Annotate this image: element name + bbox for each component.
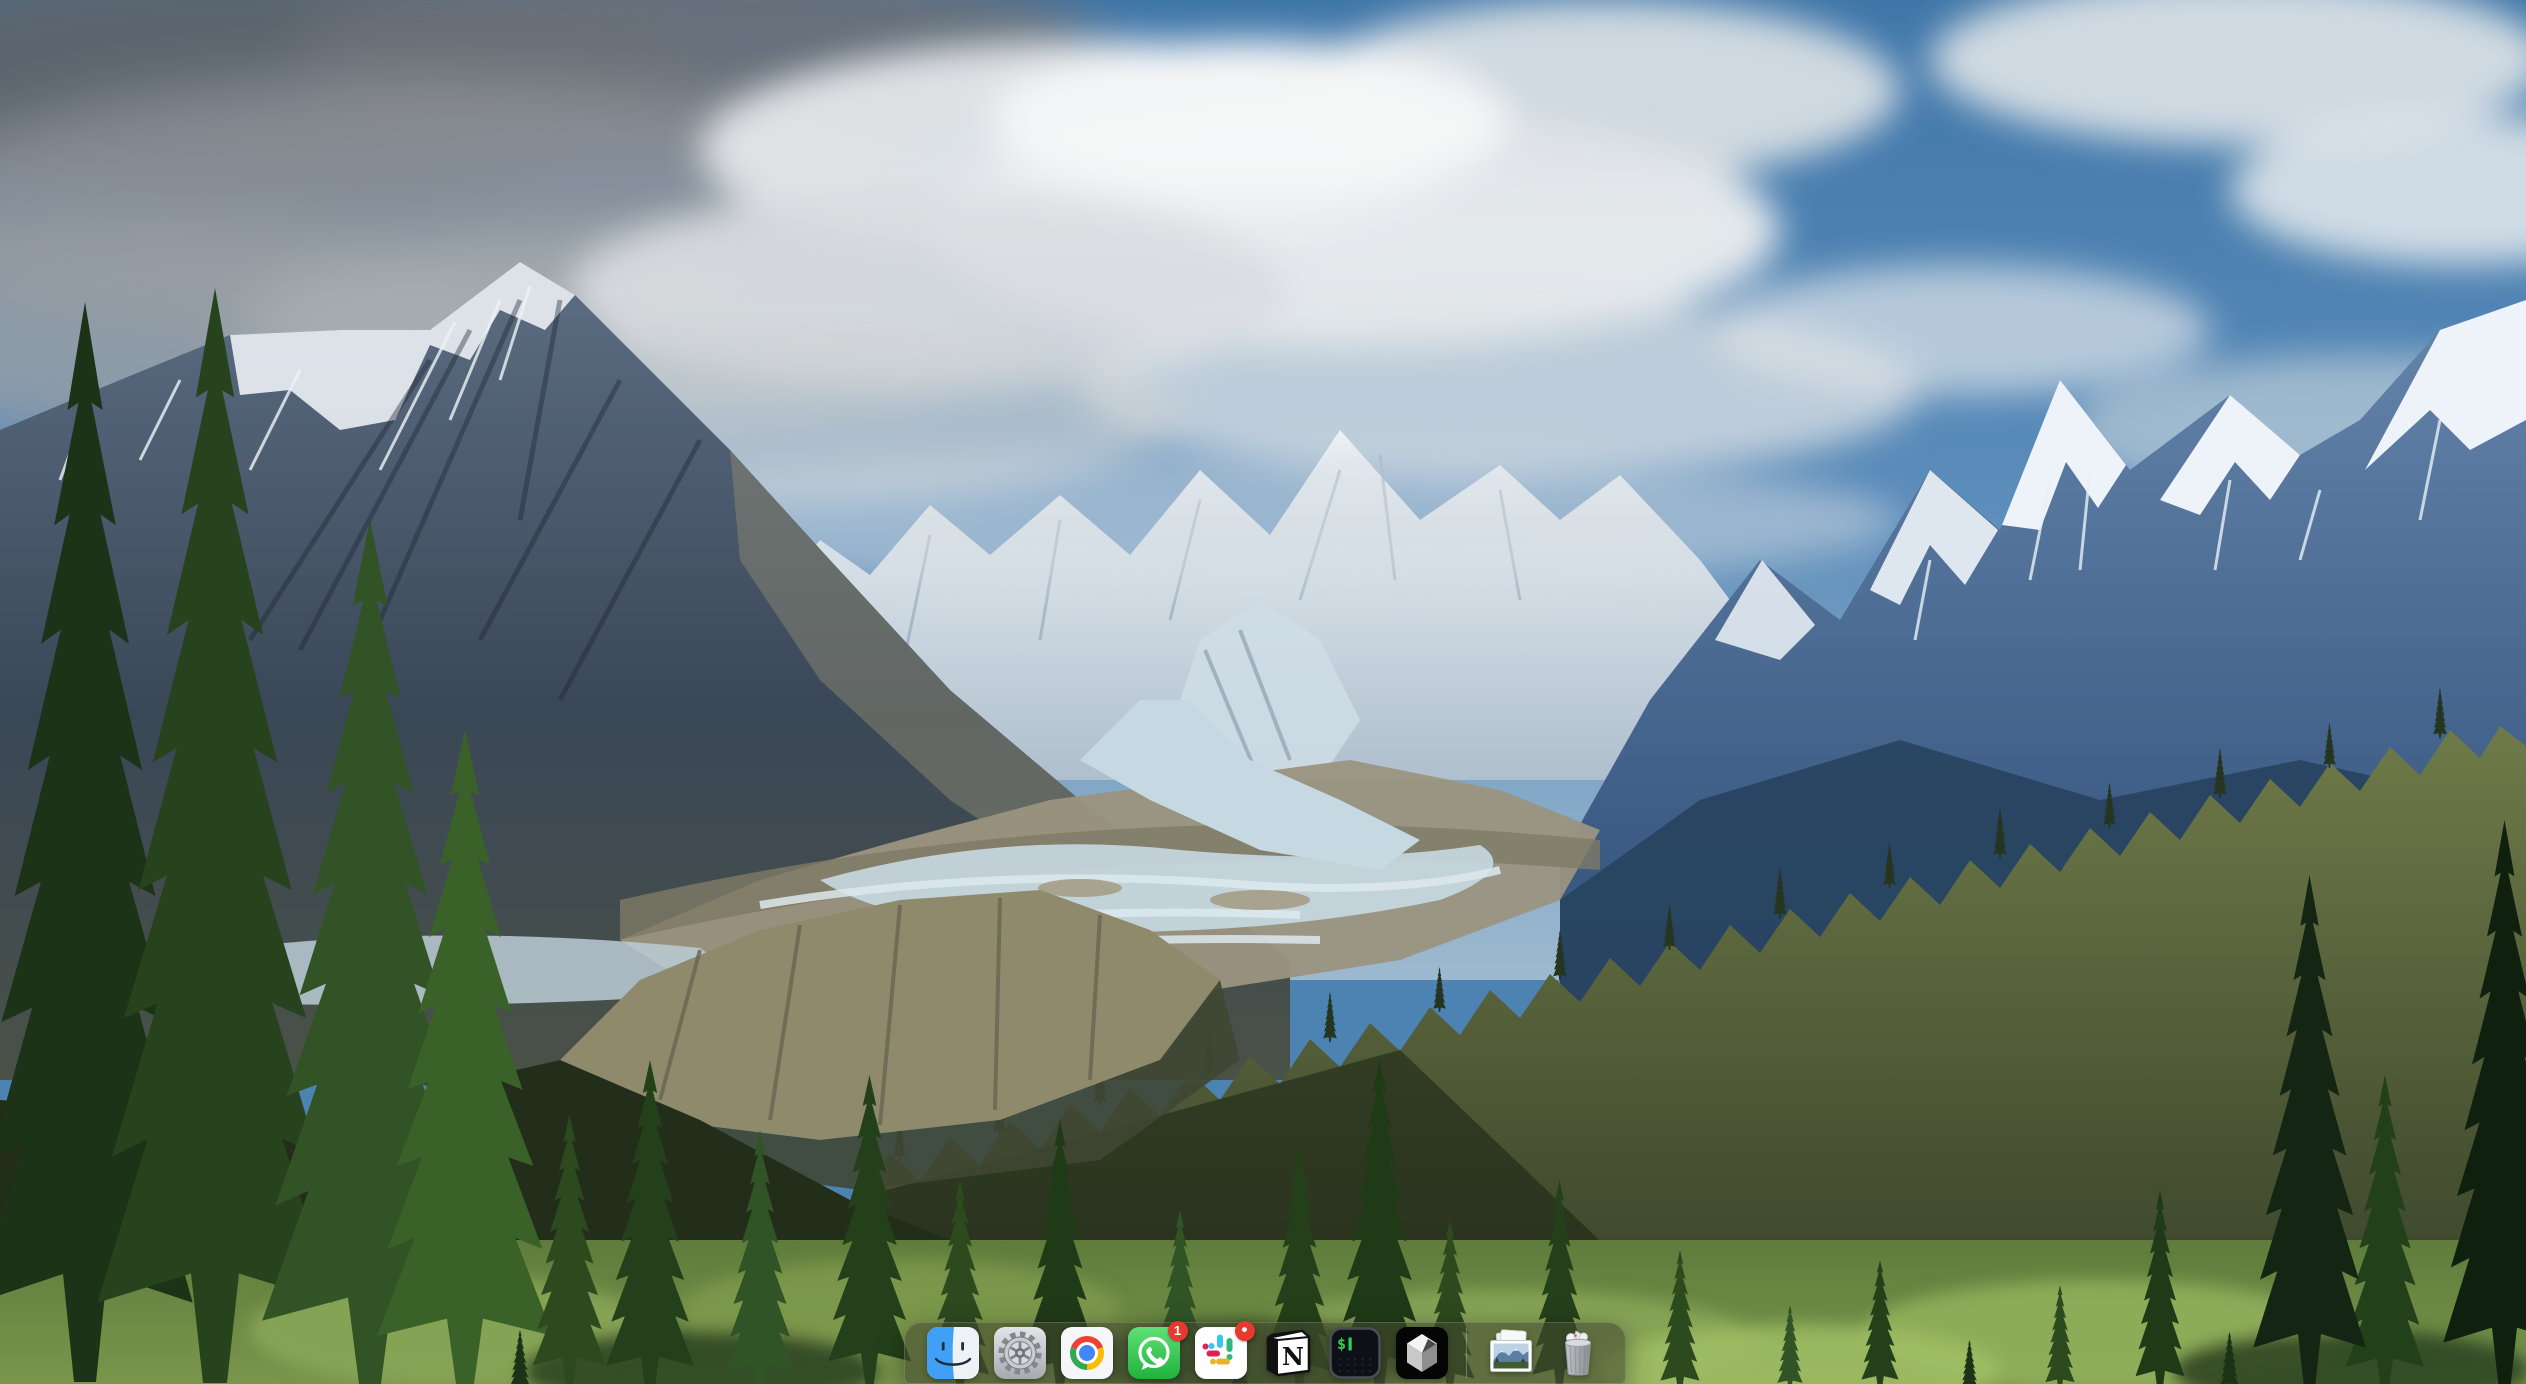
dock-item-chrome[interactable] <box>1061 1327 1113 1379</box>
dock-item-downloads[interactable] <box>1485 1327 1537 1379</box>
cube-3d-icon <box>1396 1327 1448 1379</box>
dock-item-terminal[interactable]: $ <box>1329 1327 1381 1379</box>
trash-full-icon <box>1552 1327 1604 1379</box>
wallpaper-image <box>0 0 2526 1384</box>
desktop: 1 • <box>0 0 2526 1384</box>
dock-separator <box>1466 1328 1467 1378</box>
dock-item-finder[interactable] <box>927 1327 979 1379</box>
notion-letter: N <box>1282 1342 1304 1371</box>
downloads-stack-icon <box>1485 1327 1537 1379</box>
gear-icon <box>994 1327 1046 1379</box>
dock: 1 • <box>904 1322 1626 1384</box>
finder-icon <box>927 1327 979 1379</box>
dock-item-notion[interactable]: N <box>1262 1327 1314 1379</box>
whatsapp-badge: 1 <box>1168 1321 1188 1341</box>
photo-thumbnail <box>1490 1341 1531 1372</box>
dock-item-cube-app[interactable] <box>1396 1327 1448 1379</box>
slack-badge: • <box>1235 1321 1255 1341</box>
notion-icon: N <box>1262 1327 1314 1379</box>
chrome-icon <box>1061 1327 1113 1379</box>
dock-item-slack[interactable]: • <box>1195 1327 1247 1379</box>
terminal-prompt: $ <box>1337 1335 1346 1353</box>
dock-item-system-settings[interactable] <box>994 1327 1046 1379</box>
terminal-cursor <box>1348 1338 1351 1351</box>
terminal-icon: $ <box>1329 1327 1381 1379</box>
dock-item-whatsapp[interactable]: 1 <box>1128 1327 1180 1379</box>
dock-item-trash[interactable] <box>1552 1327 1604 1379</box>
